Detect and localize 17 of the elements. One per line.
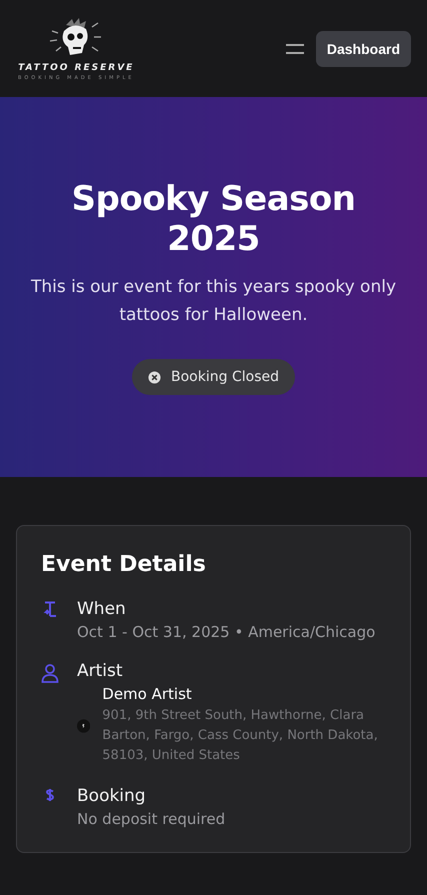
card-title: Event Details xyxy=(41,552,207,577)
artist-address: 901, 9th Street South, Hawthorne, Clara Barton, Fargo, Cass County, North Dakota, 58103, United States xyxy=(102,707,379,765)
status-label: Booking Closed xyxy=(171,369,279,385)
brand-name: TATTOO RESERVE xyxy=(18,62,134,72)
section-value: No deposit required xyxy=(77,810,226,828)
menu-icon[interactable] xyxy=(286,42,304,54)
dollar-icon xyxy=(45,788,55,802)
user-icon xyxy=(41,663,59,683)
close-icon xyxy=(148,370,162,384)
event-description: This is our event for this years spooky only tattoos for Halloween. xyxy=(30,276,398,327)
event-title: Spooky Season 2025 xyxy=(70,179,356,259)
artist-name: Demo Artist xyxy=(102,685,193,703)
section-label: Booking xyxy=(77,786,147,806)
section-value: Oct 1 - Oct 31, 2025 • America/Chicago xyxy=(77,623,376,641)
section-label: Artist xyxy=(77,661,124,681)
dashboard-button[interactable]: Dashboard xyxy=(316,30,411,66)
section-label: When xyxy=(77,599,127,619)
